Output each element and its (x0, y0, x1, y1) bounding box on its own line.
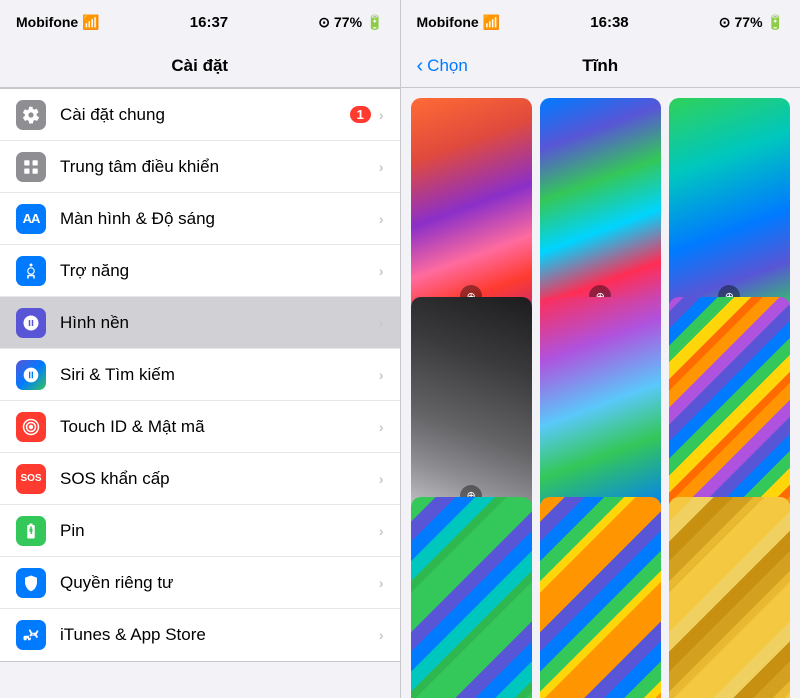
icon-privacy (16, 568, 46, 598)
chevron-hinh-nen: › (379, 315, 384, 331)
carrier-wifi-right: Mobifone 📶 (417, 14, 501, 31)
wallpaper-cell-4[interactable]: ⊕ (411, 297, 532, 512)
location-icon-left: ⊙ (318, 14, 330, 31)
chevron-tro-nang: › (379, 263, 384, 279)
wifi-icon-right: 📶 (483, 14, 500, 31)
settings-item-cai-dat-chung[interactable]: Cài đặt chung 1 › (0, 89, 400, 141)
settings-nav-header: Cài đặt (0, 44, 400, 88)
label-appstore: iTunes & App Store (60, 625, 379, 645)
wallpaper-nav: ‹ Chọn Tĩnh (401, 44, 800, 88)
settings-item-trung-tam[interactable]: Trung tâm điều khiển › (0, 141, 400, 193)
carrier-right: Mobifone (417, 14, 479, 30)
wifi-icon-left: 📶 (82, 14, 99, 31)
wallpaper-title: Tĩnh (582, 56, 618, 76)
time-left: 16:37 (190, 14, 228, 31)
label-sos: SOS khẩn cấp (60, 469, 379, 489)
icon-touchid (16, 412, 46, 442)
settings-title: Cài đặt (171, 56, 228, 76)
label-pin: Pin (60, 521, 379, 541)
settings-item-sos[interactable]: SOS SOS khẩn cấp › (0, 453, 400, 505)
settings-item-appstore[interactable]: iTunes & App Store › (0, 609, 400, 661)
settings-item-man-hinh[interactable]: AA Màn hình & Độ sáng › (0, 193, 400, 245)
label-trung-tam: Trung tâm điều khiển (60, 157, 379, 177)
icon-battery (16, 516, 46, 546)
battery-left: 77% (334, 14, 362, 30)
settings-list: Cài đặt chung 1 › Trung tâm điều khiển ›… (0, 88, 400, 698)
label-siri: Siri & Tìm kiếm (60, 365, 379, 385)
settings-screen: Mobifone 📶 16:37 ⊙ 77% 🔋 Cài đặt Cài đặt… (0, 0, 400, 698)
settings-item-tro-nang[interactable]: Trợ năng › (0, 245, 400, 297)
battery-right: 77% (735, 14, 763, 30)
settings-section-main: Cài đặt chung 1 › Trung tâm điều khiển ›… (0, 88, 400, 662)
icon-siri (16, 360, 46, 390)
chevron-touch-id: › (379, 419, 384, 435)
status-bar-right: Mobifone 📶 16:38 ⊙ 77% 🔋 (401, 0, 800, 44)
chevron-appstore: › (379, 627, 384, 643)
label-tro-nang: Trợ năng (60, 261, 379, 281)
wallpaper-cell-6[interactable] (669, 297, 790, 512)
icon-sos: SOS (16, 464, 46, 494)
icon-accessibility (16, 256, 46, 286)
label-hinh-nen: Hình nền (60, 313, 379, 333)
label-touch-id: Touch ID & Mật mã (60, 417, 379, 437)
wallpaper-cell-3[interactable]: ⊕ (669, 98, 790, 313)
wallpaper-cell-8[interactable] (540, 497, 661, 698)
battery-icon-left: 🔋 (366, 14, 383, 31)
back-chevron-icon: ‹ (417, 56, 424, 76)
icon-wallpaper (16, 308, 46, 338)
wallpaper-screen: Mobifone 📶 16:38 ⊙ 77% 🔋 ‹ Chọn Tĩnh ⊕ ⊕… (401, 0, 800, 698)
chevron-siri: › (379, 367, 384, 383)
status-bar-left: Mobifone 📶 16:37 ⊙ 77% 🔋 (0, 0, 400, 44)
label-cai-dat-chung: Cài đặt chung (60, 105, 350, 125)
settings-item-quyen-rieng-tu[interactable]: Quyền riêng tư › (0, 557, 400, 609)
badge-cai-dat-chung: 1 (350, 106, 371, 123)
icon-settings (16, 100, 46, 130)
back-label: Chọn (427, 56, 468, 76)
label-quyen-rieng-tu: Quyền riêng tư (60, 573, 379, 593)
wallpaper-grid: ⊕ ⊕ ⊕ ⊕ (401, 88, 800, 698)
chevron-quyen-rieng-tu: › (379, 575, 384, 591)
chevron-sos: › (379, 471, 384, 487)
chevron-pin: › (379, 523, 384, 539)
settings-item-touch-id[interactable]: Touch ID & Mật mã › (0, 401, 400, 453)
chevron-trung-tam: › (379, 159, 384, 175)
label-man-hinh: Màn hình & Độ sáng (60, 209, 379, 229)
battery-icon-right: 🔋 (767, 14, 784, 31)
location-icon-right: ⊙ (719, 14, 731, 31)
wallpaper-cell-2[interactable]: ⊕ (540, 98, 661, 313)
carrier-left: Mobifone (16, 14, 78, 30)
icon-display: AA (16, 204, 46, 234)
wallpaper-cell-9[interactable] (669, 497, 790, 698)
chevron-cai-dat-chung: › (379, 107, 384, 123)
settings-item-pin[interactable]: Pin › (0, 505, 400, 557)
battery-area-right: ⊙ 77% 🔋 (719, 14, 784, 31)
settings-item-hinh-nen[interactable]: Hình nền › (0, 297, 400, 349)
wallpaper-cell-1[interactable]: ⊕ (411, 98, 532, 313)
icon-control (16, 152, 46, 182)
back-button[interactable]: ‹ Chọn (417, 56, 468, 76)
wallpaper-cell-7[interactable] (411, 497, 532, 698)
carrier-wifi-left: Mobifone 📶 (16, 14, 100, 31)
chevron-man-hinh: › (379, 211, 384, 227)
icon-appstore (16, 620, 46, 650)
battery-area-left: ⊙ 77% 🔋 (318, 14, 383, 31)
wallpaper-cell-5[interactable] (540, 297, 661, 512)
settings-item-siri[interactable]: Siri & Tìm kiếm › (0, 349, 400, 401)
time-right: 16:38 (590, 14, 628, 31)
